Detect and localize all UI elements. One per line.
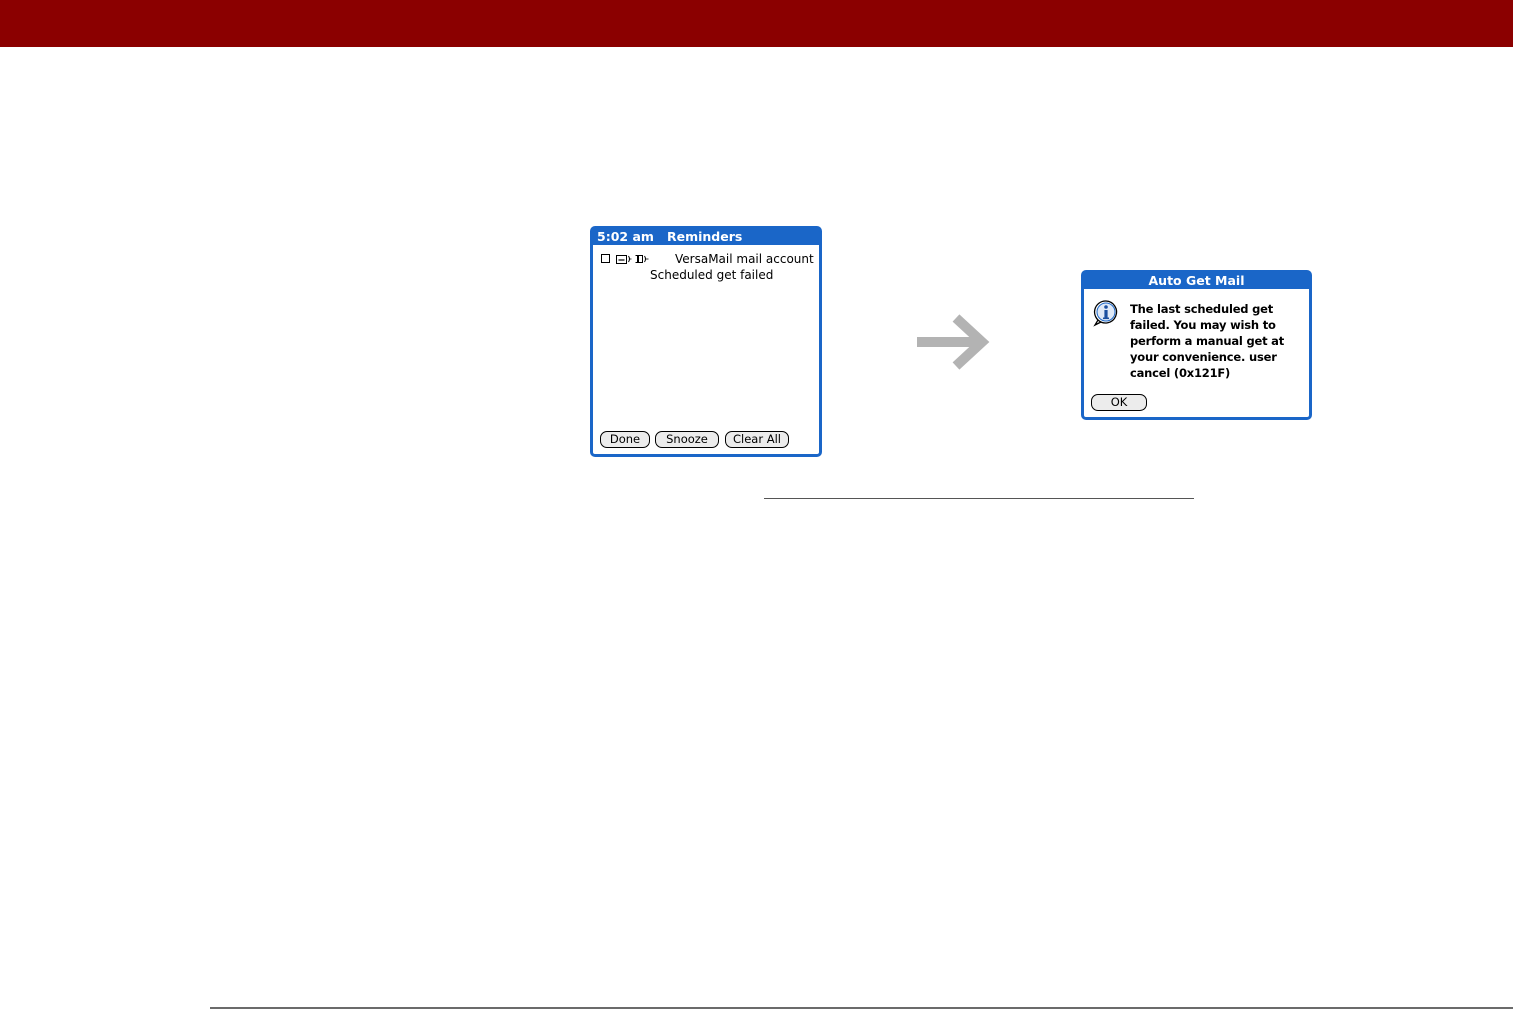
- clear-all-button[interactable]: Clear All: [725, 431, 789, 448]
- header-bar: [0, 0, 1513, 47]
- dialog-titlebar: Auto Get Mail: [1084, 273, 1309, 289]
- right-arrow-icon: [917, 314, 990, 370]
- ok-button[interactable]: OK: [1091, 394, 1147, 411]
- reminder-checkbox[interactable]: [601, 254, 610, 263]
- reminder-item[interactable]: VersaMail mail account Scheduled get fai…: [599, 251, 819, 287]
- dialog-message: The last scheduled get failed. You may w…: [1130, 302, 1285, 380]
- reminder-line1: VersaMail mail account: [675, 252, 814, 266]
- sound-icon: [635, 255, 649, 263]
- auto-get-mail-dialog: Auto Get Mail The last scheduled get fai…: [1081, 270, 1312, 420]
- reminder-text: VersaMail mail account Scheduled get fai…: [650, 251, 814, 283]
- snooze-button[interactable]: Snooze: [655, 431, 719, 448]
- reminders-title: Reminders: [667, 229, 743, 244]
- reminder-line2: Scheduled get failed: [650, 268, 774, 282]
- caption-divider: [764, 498, 1194, 499]
- reminders-titlebar: 5:02 am Reminders: [593, 229, 819, 245]
- reminders-time: 5:02 am: [597, 229, 654, 244]
- footer-divider: [210, 1007, 1513, 1009]
- reminders-screen: 5:02 am Reminders VersaMail mail account…: [590, 226, 822, 457]
- info-icon: [1093, 300, 1118, 327]
- done-button[interactable]: Done: [600, 431, 650, 448]
- mail-icon: [616, 255, 632, 264]
